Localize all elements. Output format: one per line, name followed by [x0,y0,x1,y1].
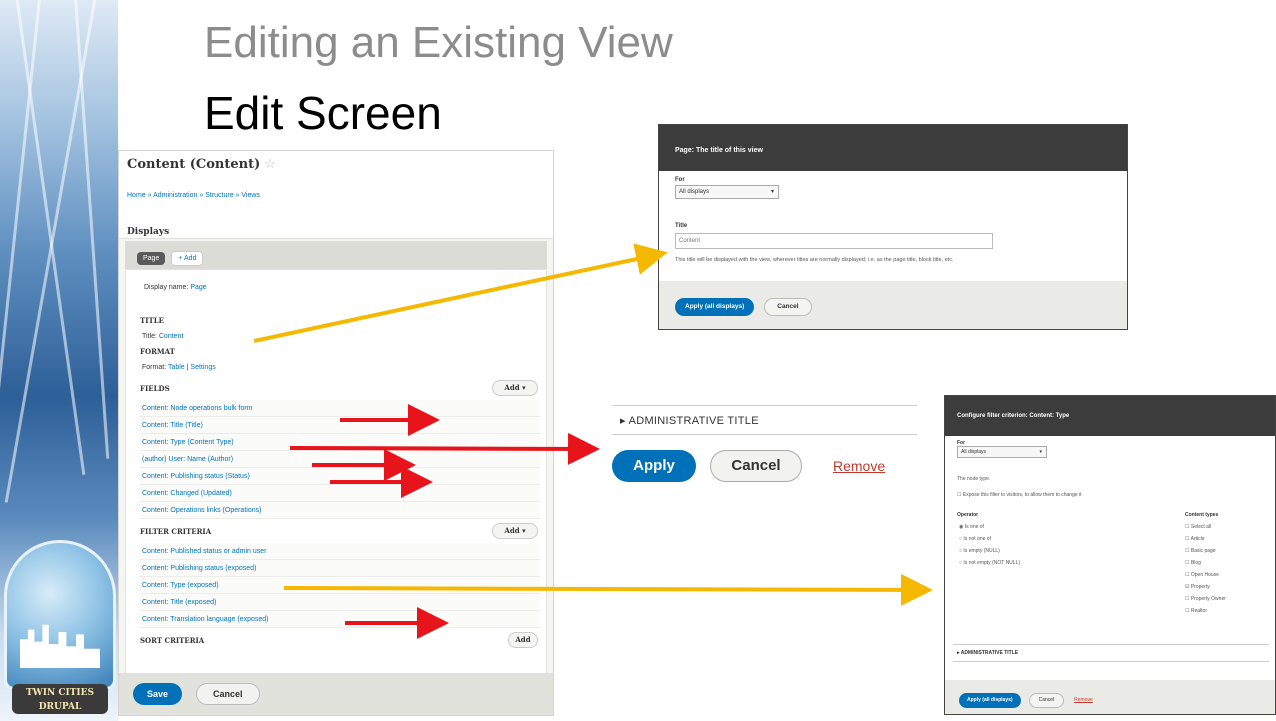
slide: TWIN CITIES DRUPAL Editing an Existing V… [0,0,1276,721]
yellow-arrow-filter [283,573,933,606]
red-arrow [289,432,600,465]
yellow-arrow-title [253,243,668,343]
annotation-arrows [253,243,933,639]
